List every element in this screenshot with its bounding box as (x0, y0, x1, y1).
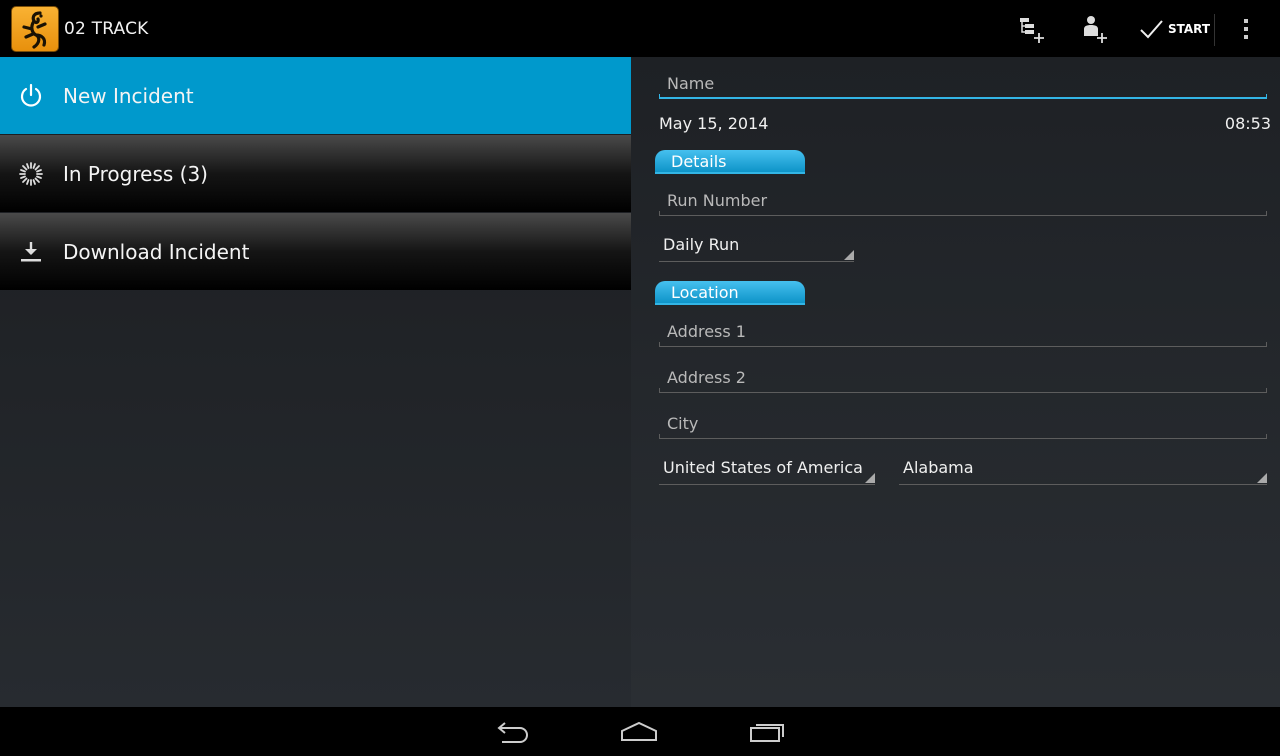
name-input[interactable] (659, 67, 1267, 99)
sidebar-item-download-incident[interactable]: Download Incident (0, 213, 631, 290)
run-number-input[interactable] (659, 184, 1267, 216)
action-bar: 02 TRACK START (0, 0, 1280, 57)
run-type-value: Daily Run (663, 235, 740, 254)
sidebar-item-label: In Progress (3) (63, 161, 208, 186)
state-value: Alabama (903, 458, 974, 477)
location-section-header: Location (655, 281, 805, 305)
app-title: 02 TRACK (64, 19, 149, 39)
address1-field[interactable] (659, 315, 1267, 347)
address2-input[interactable] (659, 361, 1267, 393)
incident-form: May 15, 2014 08:53 Details Daily Run Loc… (631, 57, 1280, 707)
system-navigation-bar (0, 707, 1280, 756)
dropdown-arrow-icon (865, 473, 875, 483)
field-underline (659, 434, 1267, 439)
add-person-icon[interactable] (1080, 12, 1114, 46)
sidebar-item-in-progress[interactable]: In Progress (3) (0, 135, 631, 212)
incident-time[interactable]: 08:53 (1225, 114, 1271, 133)
details-section-header: Details (655, 150, 805, 174)
checkmark-icon (1140, 20, 1163, 39)
city-field[interactable] (659, 407, 1267, 439)
start-button[interactable]: START (1138, 15, 1210, 43)
spinner-underline (659, 261, 854, 262)
run-type-spinner[interactable]: Daily Run (659, 230, 854, 262)
state-spinner[interactable]: Alabama (899, 453, 1267, 485)
spinner-underline (899, 484, 1267, 485)
dropdown-arrow-icon (1257, 473, 1267, 483)
add-hierarchy-icon[interactable] (1016, 12, 1050, 46)
incident-menu: New Incident In Progress (3) Download In… (0, 57, 631, 707)
power-icon (20, 83, 42, 107)
name-field[interactable] (659, 67, 1267, 99)
sidebar-item-label: Download Incident (63, 239, 250, 264)
download-icon (21, 241, 41, 261)
home-icon[interactable] (619, 719, 659, 745)
country-spinner[interactable]: United States of America (659, 453, 875, 485)
run-number-field[interactable] (659, 184, 1267, 216)
start-label: START (1168, 22, 1211, 36)
incident-date[interactable]: May 15, 2014 (659, 114, 768, 133)
sidebar-item-label: New Incident (63, 83, 194, 108)
spinner-underline (659, 484, 875, 485)
action-divider (1214, 14, 1215, 46)
spinner-icon (19, 161, 43, 186)
section-label: Details (671, 152, 727, 171)
country-value: United States of America (663, 458, 863, 477)
city-input[interactable] (659, 407, 1267, 439)
field-underline (659, 388, 1267, 393)
overflow-menu-icon[interactable] (1236, 14, 1256, 44)
field-underline (659, 342, 1267, 347)
content-area: New Incident In Progress (3) Download In… (0, 57, 1280, 707)
app-logo-icon[interactable] (11, 6, 59, 52)
sidebar-item-new-incident[interactable]: New Incident (0, 57, 631, 134)
dropdown-arrow-icon (844, 250, 854, 260)
field-underline (659, 211, 1267, 216)
address1-input[interactable] (659, 315, 1267, 347)
section-label: Location (671, 283, 739, 302)
back-icon[interactable] (492, 719, 532, 745)
field-underline (659, 94, 1267, 99)
address2-field[interactable] (659, 361, 1267, 393)
recent-apps-icon[interactable] (748, 719, 788, 745)
